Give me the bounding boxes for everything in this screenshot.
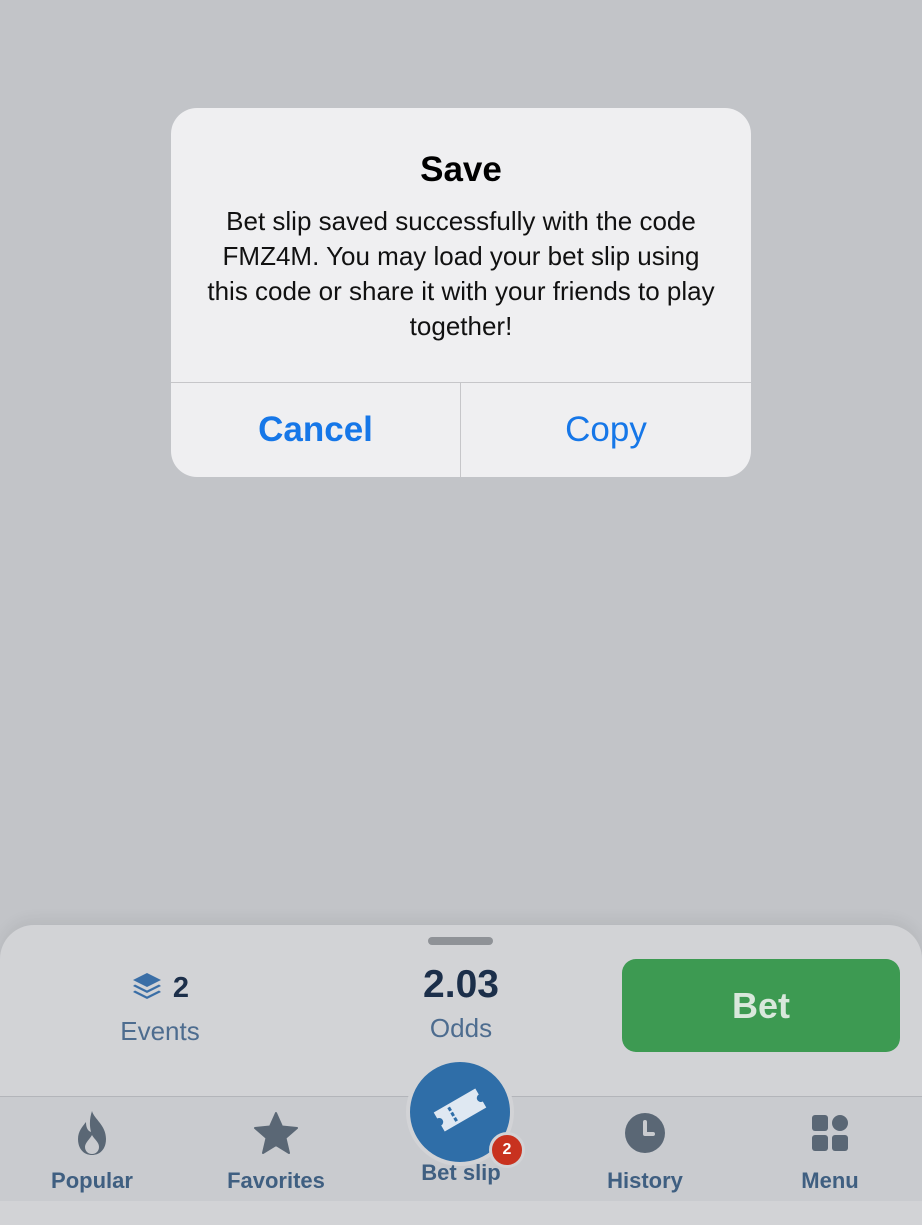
copy-button[interactable]: Copy <box>461 383 751 477</box>
tab-menu-label: Menu <box>801 1168 859 1193</box>
star-icon <box>206 1108 346 1158</box>
tab-popular-label: Popular <box>51 1168 133 1193</box>
tab-history-label: History <box>607 1168 683 1193</box>
save-alert-dialog: Save Bet slip saved successfully with th… <box>171 108 751 477</box>
alert-title: Save <box>420 150 502 189</box>
grid-icon <box>760 1108 900 1158</box>
events-count: 2 <box>172 971 190 1004</box>
events-label: Events <box>120 1016 200 1046</box>
odds-label: Odds <box>429 1013 493 1043</box>
tab-bet-slip[interactable]: Bet slip <box>391 1160 531 1186</box>
flame-icon <box>22 1108 162 1158</box>
tab-bet-slip-label: Bet slip <box>421 1160 501 1185</box>
tab-history[interactable]: History <box>575 1108 715 1194</box>
events-summary: 2 Events <box>100 968 220 1047</box>
cancel-button[interactable]: Cancel <box>171 383 460 477</box>
bet-button[interactable]: Bet <box>622 959 900 1052</box>
tab-menu[interactable]: Menu <box>760 1108 900 1194</box>
drag-handle[interactable] <box>428 937 493 945</box>
tab-favorites-label: Favorites <box>227 1168 325 1193</box>
alert-message: Bet slip saved successfully with the cod… <box>207 206 715 341</box>
odds-value: 2.03 <box>423 963 499 1006</box>
tab-popular[interactable]: Popular <box>22 1108 162 1194</box>
tab-favorites[interactable]: Favorites <box>206 1108 346 1194</box>
ticket-icon <box>430 1087 490 1138</box>
clock-icon <box>575 1108 715 1158</box>
layers-icon <box>131 971 163 1006</box>
odds-summary: 2.03 Odds <box>400 963 522 1044</box>
